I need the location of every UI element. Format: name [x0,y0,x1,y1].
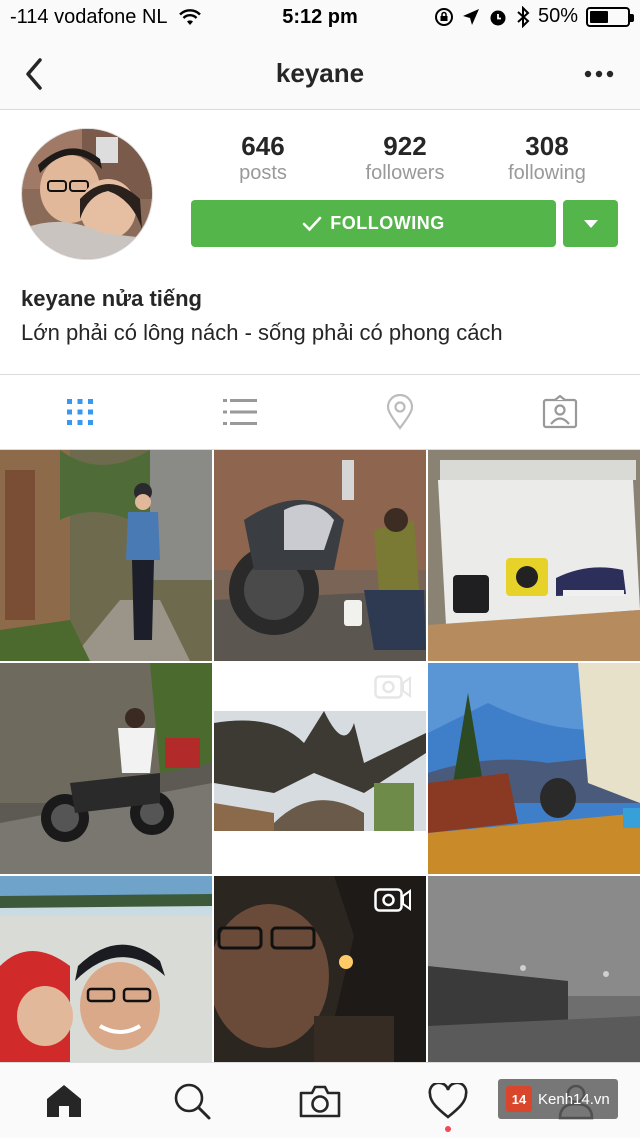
tab-tagged-view[interactable] [480,375,640,449]
alarm-icon [490,10,506,25]
location-arrow-icon [462,8,479,25]
video-camera-icon [374,675,411,699]
suggestions-dropdown-button[interactable] [563,200,618,247]
tab-activity[interactable] [384,1063,512,1138]
checkmark-icon [302,216,322,231]
post-thumbnail[interactable] [0,876,212,1087]
battery-percent: 50% [537,5,578,27]
view-tabs [0,374,640,450]
grid-icon [67,399,93,425]
post-thumbnail[interactable] [0,663,212,874]
nav-bar: keyane [0,40,640,110]
camera-icon [299,1085,341,1117]
stat-followers[interactable]: 922 followers [334,130,476,190]
stat-following[interactable]: 308 following [476,130,618,190]
notification-dot [445,1126,451,1132]
avatar[interactable] [21,128,153,260]
post-thumbnail[interactable] [428,663,640,874]
posts-label: posts [239,162,287,184]
tab-camera[interactable] [256,1063,384,1138]
followers-label: followers [365,162,445,184]
profile-stats: 646 posts 922 followers 308 following [192,130,618,190]
stat-posts[interactable]: 646 posts [192,130,334,190]
posts-count: 646 [241,131,285,161]
profile-full-name: keyane nửa tiếng [21,286,202,311]
status-right: 50% [434,5,634,28]
more-dots-icon[interactable] [584,66,614,82]
post-thumbnail[interactable] [0,450,212,661]
battery-icon [586,6,634,27]
post-thumbnail[interactable] [214,450,426,661]
following-label: following [508,162,586,184]
search-icon [174,1083,211,1119]
location-pin-icon [386,394,414,430]
profile-bio: Lớn phải có lông nách - sống phải có pho… [21,320,503,345]
post-thumbnail[interactable] [428,876,640,1087]
home-icon [47,1084,81,1117]
rotation-lock-icon [434,7,453,26]
heart-icon [428,1082,468,1119]
caret-down-icon [583,219,598,228]
kenh14-text: Kenh14.vn [538,1090,610,1108]
page-title: keyane [275,58,365,88]
tab-grid-view[interactable] [0,375,160,449]
post-thumbnail-video[interactable] [214,663,426,874]
posts-grid [0,450,640,1062]
tagged-photo-icon [542,395,578,429]
following-button-label: FOLLOWING [330,213,445,233]
post-thumbnail[interactable] [428,450,640,661]
video-camera-icon [374,888,411,912]
kenh14-watermark: 14 Kenh14.vn [498,1079,618,1119]
following-count: 308 [525,131,569,161]
following-button[interactable]: FOLLOWING [191,200,556,247]
followers-count: 922 [383,131,427,161]
tab-map-view[interactable] [320,375,480,449]
post-thumbnail-video[interactable] [214,876,426,1087]
status-bar: -114 vodafone NL 5:12 pm 50% [0,0,640,40]
tab-home[interactable] [0,1063,128,1138]
tab-list-view[interactable] [160,375,320,449]
list-icon [223,399,257,425]
tab-search[interactable] [128,1063,256,1138]
kenh14-logo: 14 [506,1086,532,1112]
bluetooth-icon [517,5,530,28]
